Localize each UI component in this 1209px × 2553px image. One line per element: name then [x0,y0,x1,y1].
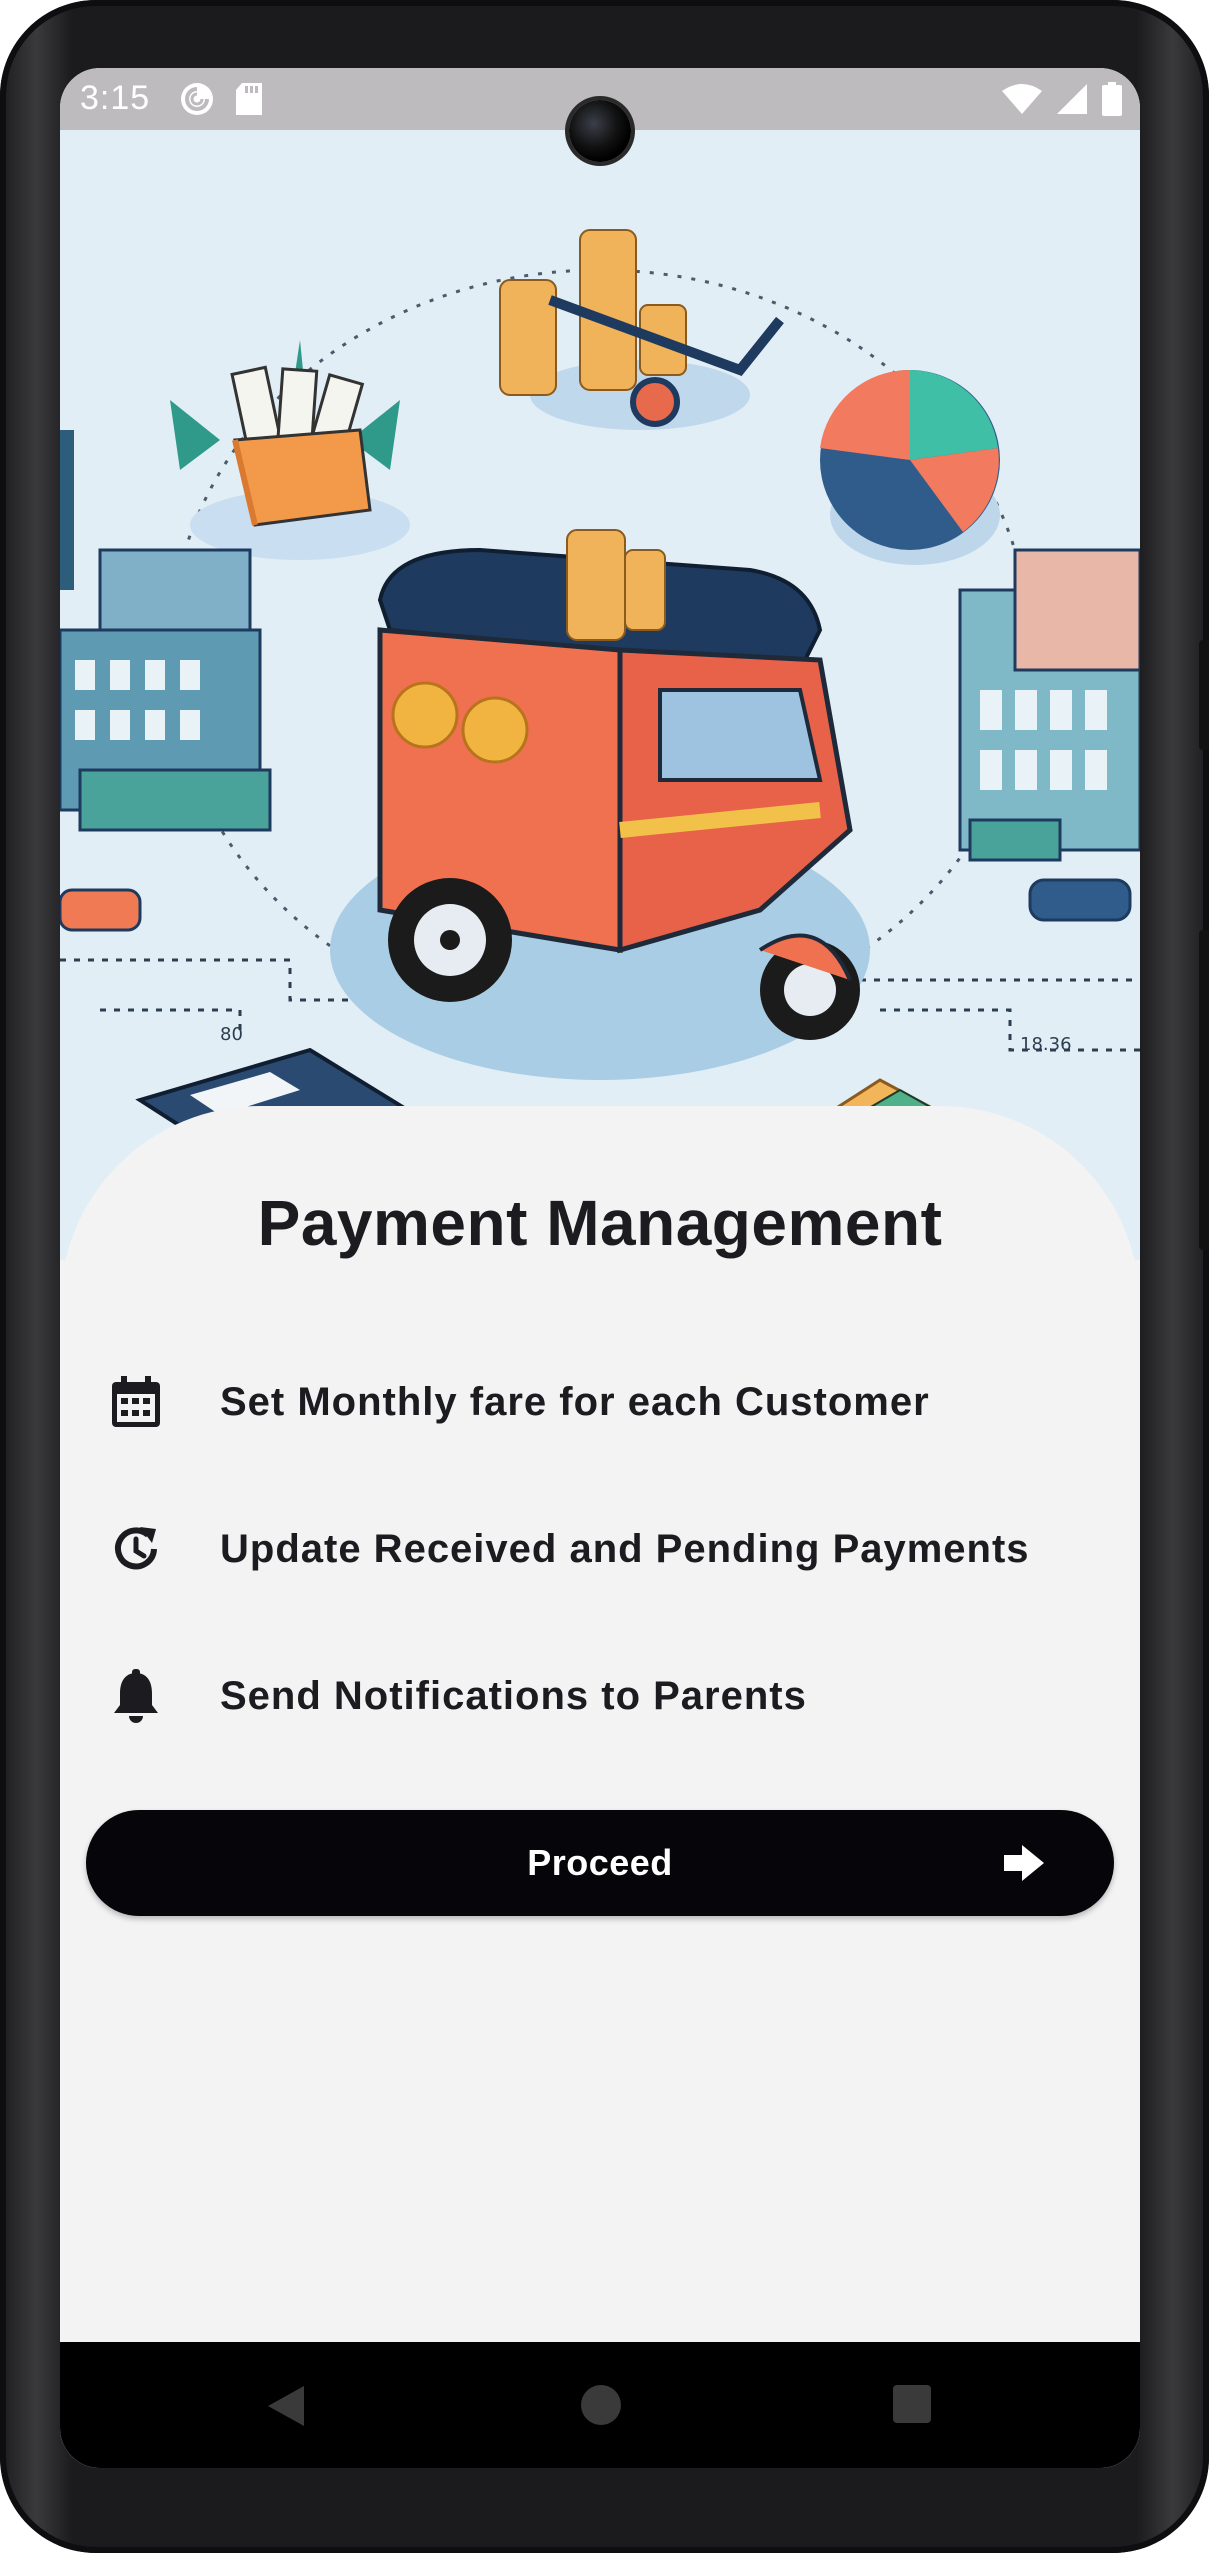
auto-rickshaw-finance-illustration: 80 18.36 [60,229,1140,1232]
pie-chart-icon [820,369,1000,565]
cellular-signal-icon [1056,83,1088,124]
proceed-button-label: Proceed [527,1842,673,1883]
battery-icon [1102,82,1122,125]
status-time: 3:15 [80,79,151,117]
feature-label: Set Monthly fare for each Customer [220,1379,930,1424]
back-icon[interactable] [266,2384,306,2433]
coins-wheelbarrow-icon [499,229,784,430]
money-box-icon [170,340,410,560]
screen: 80 18.36 3:15 Payment Management Set Mon… [60,68,1140,2468]
illustration-number-right: 18.36 [1020,1034,1072,1055]
illustration-number-left: 80 [220,1024,243,1045]
sd-card-icon [234,82,264,125]
feature-item-notifications: Send Notifications to Parents [104,1656,807,1736]
arrow-right-icon [1002,1843,1046,1888]
hero-illustration: 80 18.36 [60,130,1140,1260]
calendar-icon [104,1370,168,1434]
content-sheet [60,1106,1140,2468]
bell-icon [104,1664,168,1728]
front-camera [569,100,631,162]
page-title: Payment Management [257,1187,943,1259]
home-icon[interactable] [580,2384,622,2431]
volume-button [1199,930,1209,1250]
pocket-casts-icon [180,82,214,125]
feature-item-payments: Update Received and Pending Payments [104,1509,1030,1589]
city-buildings-right [958,548,1140,922]
feature-label: Update Received and Pending Payments [220,1526,1030,1571]
phone-frame: 80 18.36 3:15 Payment Management Set Mon… [0,0,1209,2553]
navigation-bar [60,2342,1140,2468]
history-icon [104,1517,168,1581]
feature-label: Send Notifications to Parents [220,1673,807,1718]
proceed-button[interactable]: Proceed [86,1810,1114,1916]
wifi-icon [1002,83,1042,124]
feature-item-monthly-fare: Set Monthly fare for each Customer [104,1362,930,1442]
power-button [1199,640,1209,750]
recents-icon[interactable] [892,2384,932,2429]
